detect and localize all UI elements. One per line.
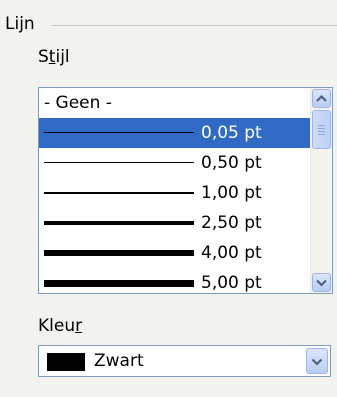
group-divider [52, 25, 337, 26]
list-item-0-50pt[interactable]: 0,50 pt [39, 148, 311, 178]
color-select-value: Zwart [94, 351, 144, 371]
line-style-list: - Geen - 0,05 pt 0,50 pt 1,00 pt 2,50 pt… [39, 88, 311, 293]
line-sample [44, 221, 194, 225]
list-item-5-00pt[interactable]: 5,00 pt [39, 268, 311, 293]
scroll-thumb[interactable] [312, 110, 331, 149]
list-item-1-00pt[interactable]: 1,00 pt [39, 178, 311, 208]
list-item-label: 4,00 pt [201, 243, 262, 263]
style-label-prefix: S [38, 47, 49, 67]
list-item-label: 1,00 pt [201, 183, 262, 203]
list-item-label: 5,00 pt [201, 273, 262, 293]
color-label-mnemonic: r [75, 316, 83, 336]
color-swatch [47, 353, 85, 371]
color-select[interactable]: Zwart [38, 345, 331, 377]
line-sample [44, 162, 194, 163]
style-label: Stijl [38, 47, 70, 67]
line-sample [44, 132, 194, 133]
group-title: Lijn [5, 14, 35, 34]
grip-line [318, 128, 325, 129]
list-item-label: 0,05 pt [201, 123, 262, 143]
style-label-suffix: ijl [55, 47, 70, 67]
line-sample [44, 192, 194, 194]
line-sample [44, 250, 194, 256]
list-item-4-00pt[interactable]: 4,00 pt [39, 238, 311, 268]
grip-line [318, 134, 325, 135]
line-style-listbox[interactable]: - Geen - 0,05 pt 0,50 pt 1,00 pt 2,50 pt… [38, 87, 333, 294]
list-item-label: 0,50 pt [201, 153, 262, 173]
list-item-2-50pt[interactable]: 2,50 pt [39, 208, 311, 238]
grip-line [318, 125, 325, 126]
chevron-up-icon [316, 94, 327, 102]
scroll-up-button[interactable] [312, 89, 331, 108]
list-item-label: - Geen - [44, 93, 112, 113]
color-label-prefix: Kleu [38, 316, 76, 336]
list-item-0-05pt[interactable]: 0,05 pt [39, 118, 311, 148]
scroll-down-button[interactable] [312, 273, 331, 292]
color-label: Kleur [38, 316, 82, 336]
color-dropdown-button[interactable] [306, 348, 328, 374]
list-item-label: 2,50 pt [201, 213, 262, 233]
listbox-scrollbar[interactable] [310, 88, 332, 293]
grip-line [318, 131, 325, 132]
list-item-none[interactable]: - Geen - [39, 88, 311, 118]
chevron-down-icon [311, 358, 323, 366]
line-sample [44, 280, 194, 287]
chevron-down-icon [316, 279, 327, 287]
